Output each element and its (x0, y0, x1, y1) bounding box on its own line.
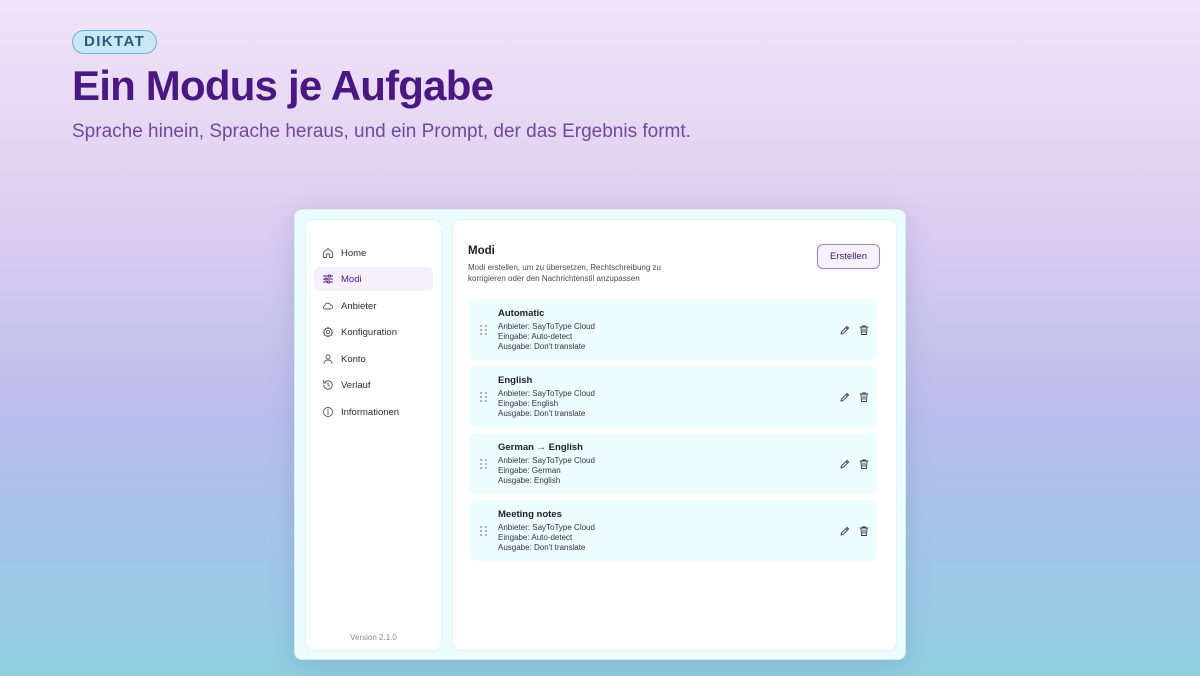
mode-output: Ausgabe: Don't translate (498, 342, 586, 351)
list-item[interactable]: English Anbieter: SayToType Cloud Eingab… (469, 366, 877, 427)
hero-subtitle: Sprache hinein, Sprache heraus, und ein … (72, 121, 691, 142)
edit-icon[interactable] (839, 524, 851, 536)
sidebar-item-label: Informationen (341, 406, 400, 418)
trash-icon[interactable] (858, 457, 870, 469)
drag-handle-icon[interactable] (480, 526, 488, 537)
mode-input: Eingabe: Auto-detect (498, 332, 573, 341)
sidebar-item-informationen[interactable]: Informationen (314, 400, 433, 424)
list-item[interactable]: German → English Anbieter: SayToType Clo… (469, 433, 877, 494)
sidebar-item-label: Anbieter (341, 300, 377, 312)
hero-title: Ein Modus je Aufgabe (72, 62, 494, 109)
mode-name: Automatic (498, 308, 545, 319)
user-icon (323, 354, 333, 364)
sidebar-item-konto[interactable]: Konto (314, 347, 433, 371)
sidebar-item-anbieter[interactable]: Anbieter (314, 294, 433, 318)
version-label: Version 2.1.0 (350, 633, 397, 642)
home-icon (323, 248, 333, 258)
list-item[interactable]: Automatic Anbieter: SayToType Cloud Eing… (469, 299, 877, 360)
mode-provider: Anbieter: SayToType Cloud (498, 389, 595, 398)
sidebar: Home Modi Anbieter Konfiguration Konto V… (306, 220, 441, 650)
history-icon (323, 380, 333, 390)
list-item[interactable]: Meeting notes Anbieter: SayToType Cloud … (469, 500, 877, 561)
mode-output: Ausgabe: Don't translate (498, 409, 586, 418)
sidebar-item-label: Verlauf (341, 379, 371, 391)
main-panel: Modi Modi erstellen, um zu übersetzen, R… (453, 220, 896, 650)
drag-handle-icon[interactable] (480, 459, 488, 470)
mode-input: Eingabe: English (498, 399, 559, 408)
mode-name: Meeting notes (498, 509, 562, 520)
mode-output: Ausgabe: English (498, 476, 561, 485)
page-title: Modi (468, 245, 495, 257)
sidebar-item-label: Home (341, 247, 367, 259)
mode-name: German → English (498, 442, 583, 453)
cloud-icon (323, 302, 333, 310)
sidebar-item-konfiguration[interactable]: Konfiguration (314, 320, 433, 344)
edit-icon[interactable] (839, 457, 851, 469)
mode-input: Eingabe: German (498, 466, 561, 475)
mode-output: Ausgabe: Don't translate (498, 543, 586, 552)
drag-handle-icon[interactable] (480, 325, 488, 336)
sliders-icon (323, 274, 333, 284)
mode-provider: Anbieter: SayToType Cloud (498, 523, 595, 532)
sidebar-item-modi[interactable]: Modi (314, 267, 433, 291)
drag-handle-icon[interactable] (480, 392, 488, 403)
mode-provider: Anbieter: SayToType Cloud (498, 456, 595, 465)
mode-provider: Anbieter: SayToType Cloud (498, 322, 595, 331)
page-description: Modi erstellen, um zu übersetzen, Rechts… (468, 263, 661, 283)
gear-icon (322, 326, 334, 338)
sidebar-item-label: Modi (341, 273, 362, 285)
sidebar-item-verlauf[interactable]: Verlauf (314, 373, 433, 397)
hero-badge: DIKTAT (72, 30, 158, 54)
edit-icon[interactable] (839, 390, 851, 402)
info-icon (323, 407, 333, 417)
mode-name: English (498, 375, 533, 386)
sidebar-item-label: Konfiguration (341, 326, 397, 338)
sidebar-item-label: Konto (341, 353, 366, 365)
sidebar-item-home[interactable]: Home (314, 241, 433, 265)
trash-icon[interactable] (858, 323, 870, 335)
create-button[interactable]: Erstellen (817, 244, 880, 269)
trash-icon[interactable] (858, 390, 870, 402)
mode-input: Eingabe: Auto-detect (498, 533, 573, 542)
edit-icon[interactable] (839, 323, 851, 335)
app-window: Home Modi Anbieter Konfiguration Konto V… (294, 209, 906, 660)
trash-icon[interactable] (858, 524, 870, 536)
